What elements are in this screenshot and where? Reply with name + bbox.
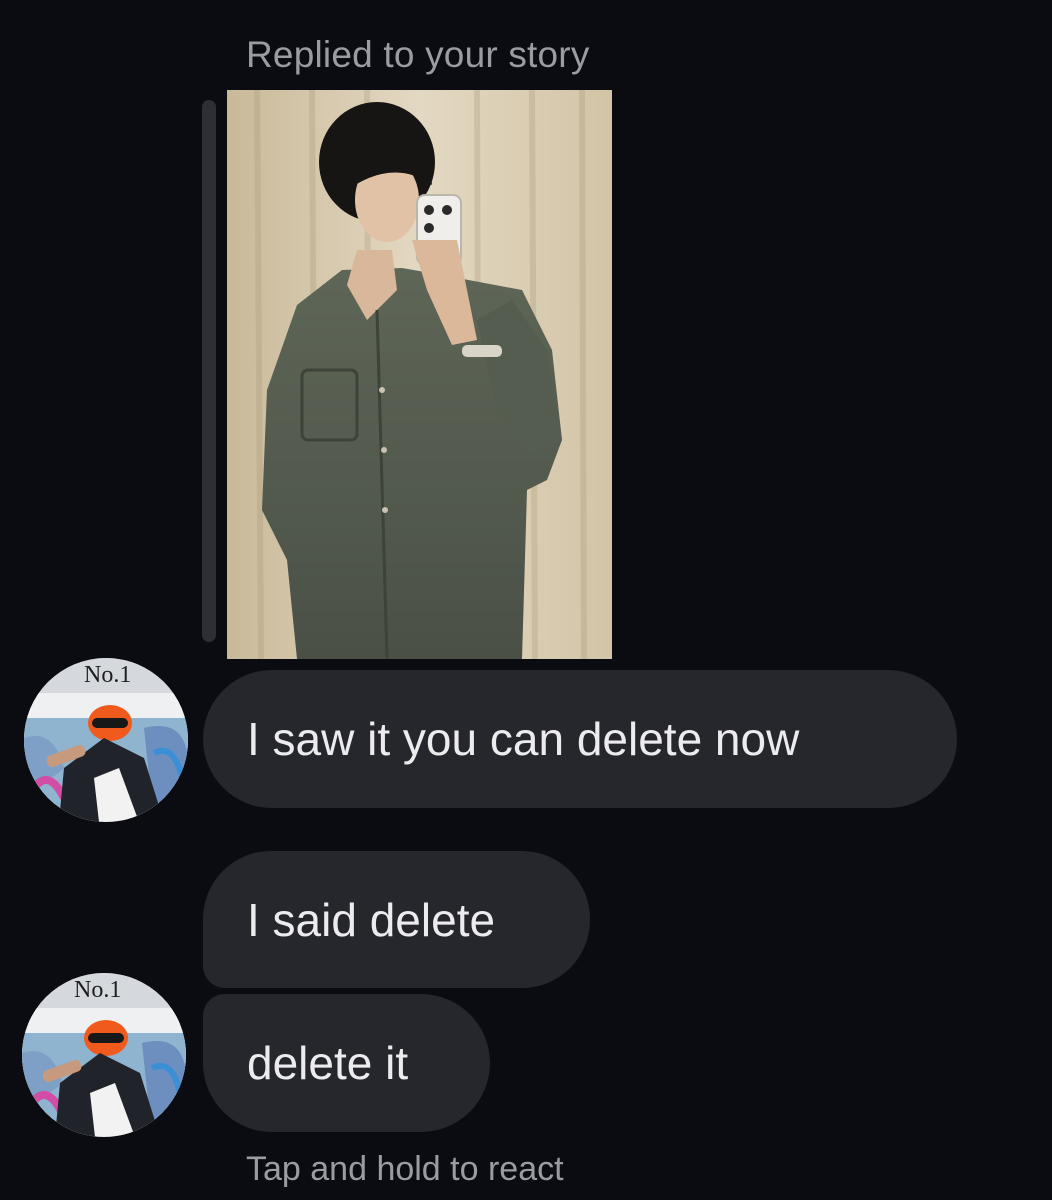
message-text: delete it (247, 1037, 409, 1089)
story-reply-bar (202, 100, 216, 642)
story-photo-image (227, 90, 612, 659)
message-text: I saw it you can delete now (247, 713, 800, 765)
message-bubble[interactable]: I saw it you can delete now (203, 670, 957, 808)
avatar-image: No.1 (24, 658, 188, 822)
avatar-image: No.1 (22, 973, 186, 1137)
message-bubble[interactable]: I said delete (203, 851, 590, 988)
story-reply-caption: Replied to your story (246, 34, 590, 75)
react-hint: Tap and hold to react (246, 1150, 564, 1188)
message-bubble[interactable]: delete it (203, 994, 490, 1132)
sender-avatar[interactable]: No.1 (24, 658, 188, 822)
avatar-sign-text: No.1 (74, 977, 121, 1003)
dm-thread: Replied to your story No.1 I saw it you … (0, 0, 1052, 1200)
sender-avatar[interactable]: No.1 (22, 973, 186, 1137)
story-photo-thumbnail[interactable] (227, 90, 612, 659)
message-text: I said delete (247, 893, 496, 946)
avatar-sign-text: No.1 (84, 662, 131, 688)
